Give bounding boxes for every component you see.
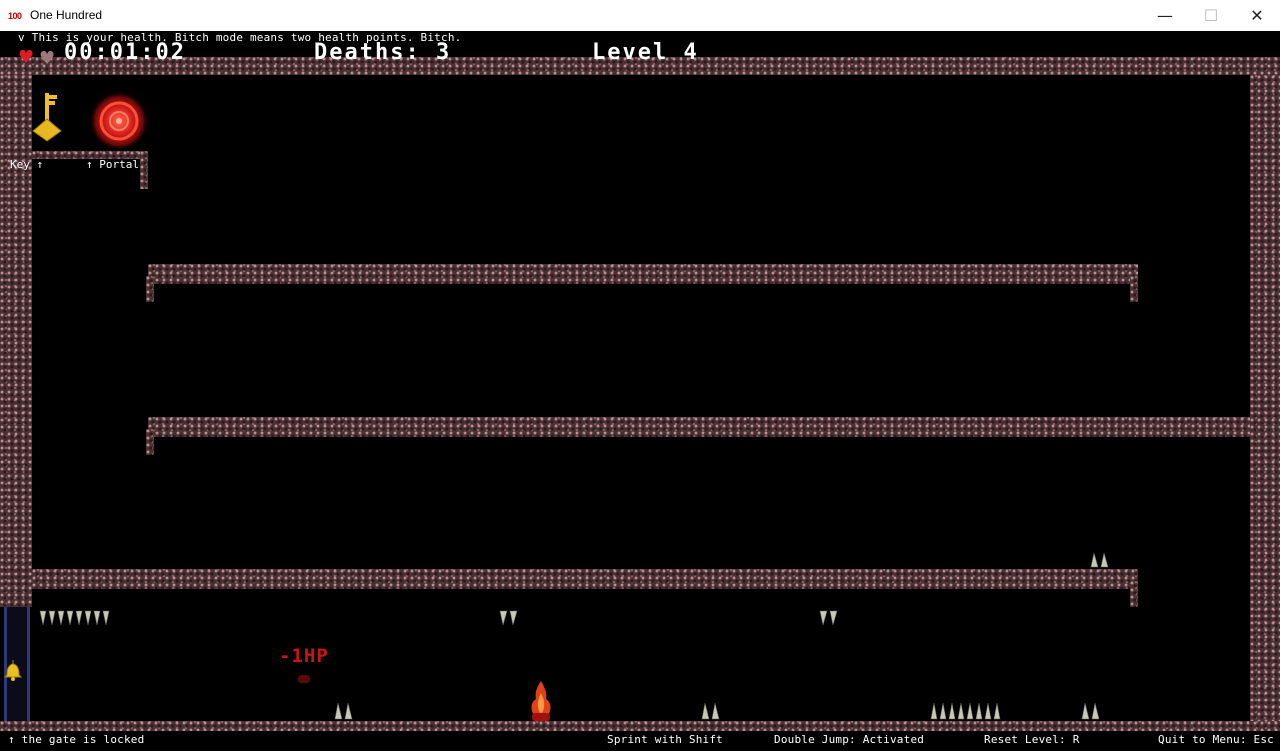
platform-2-edge-left: [146, 429, 154, 455]
gate-locked-hint: ↑ the gate is locked: [8, 733, 145, 746]
spike-floor-1: [333, 699, 355, 725]
minimize-button[interactable]: —: [1142, 0, 1188, 31]
key-icon[interactable]: [30, 91, 64, 147]
player-flame-icon: [526, 679, 556, 727]
start-ledge-drop: [140, 151, 148, 189]
double-jump-status: Double Jump: Activated: [774, 733, 925, 746]
spike-floor-row-3: [929, 699, 1003, 725]
left-wall: [0, 75, 32, 607]
spike-hanging-3: [818, 609, 840, 633]
window-titlebar: 100 One Hundred — ☐ ✕: [0, 0, 1280, 32]
maximize-button[interactable]: ☐: [1188, 0, 1234, 31]
spike-floor-4: [1080, 699, 1102, 725]
game-viewport[interactable]: v This is your health. Bitch mode means …: [0, 31, 1280, 751]
right-wall: [1250, 75, 1280, 725]
level-indicator: Level 4: [592, 40, 699, 65]
platform-2: [148, 417, 1250, 437]
heart-icon-empty: ♥: [39, 48, 56, 69]
death-counter: Deaths: 3: [314, 40, 452, 65]
platform-1-edge-right: [1130, 276, 1138, 302]
spike-on-platform-3: [1089, 551, 1111, 573]
spike-hanging-2: [498, 609, 520, 633]
spike-row-hanging-1: [38, 609, 112, 633]
sprint-hint: Sprint with Shift: [607, 733, 723, 746]
close-button[interactable]: ✕: [1234, 0, 1280, 31]
heart-icon: ♥: [18, 47, 35, 68]
blood-splat: [298, 675, 310, 683]
reset-level-hint: Reset Level: R: [984, 733, 1080, 746]
bell-icon: [3, 659, 23, 685]
platform-1: [148, 264, 1138, 284]
portal-label: ↑ Portal: [86, 158, 139, 171]
platform-1-edge-left: [146, 276, 154, 302]
spike-floor-2: [700, 699, 722, 725]
portal-icon[interactable]: [84, 91, 154, 155]
key-label: Key ↑: [10, 158, 44, 171]
platform-3-edge-right: [1130, 581, 1138, 607]
platform-3: [32, 569, 1138, 589]
window-title: One Hundred: [30, 8, 103, 22]
damage-indicator: -1HP: [279, 645, 329, 667]
app-icon: 100: [8, 11, 22, 21]
quit-menu-hint: Quit to Menu: Esc: [1158, 733, 1274, 746]
timer: 00:01:02: [64, 40, 186, 65]
